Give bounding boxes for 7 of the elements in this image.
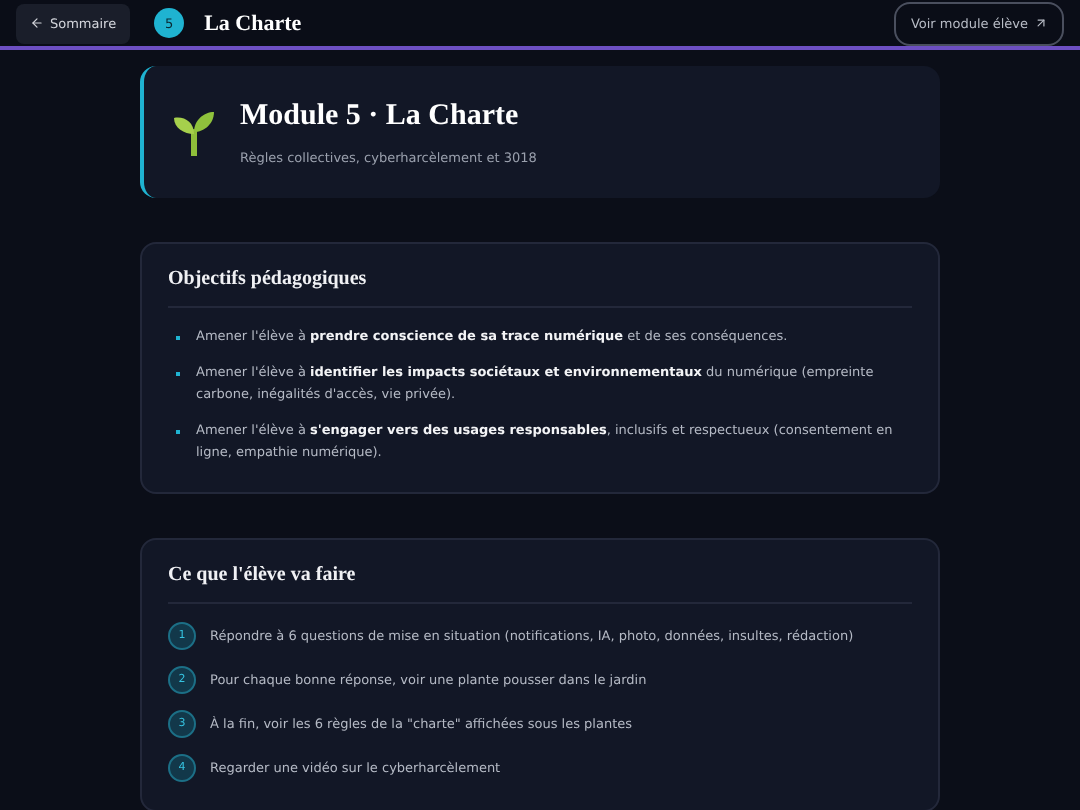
section-title: Ce que l'élève va faire xyxy=(168,564,912,604)
section-title: Objectifs pédagogiques xyxy=(168,268,912,308)
module-title: Module 5 · La Charte xyxy=(240,99,521,133)
arrow-left-icon xyxy=(30,16,44,30)
page-title: La Charte xyxy=(204,11,304,35)
external-link-icon xyxy=(1034,16,1048,30)
sprout-icon xyxy=(172,108,216,156)
